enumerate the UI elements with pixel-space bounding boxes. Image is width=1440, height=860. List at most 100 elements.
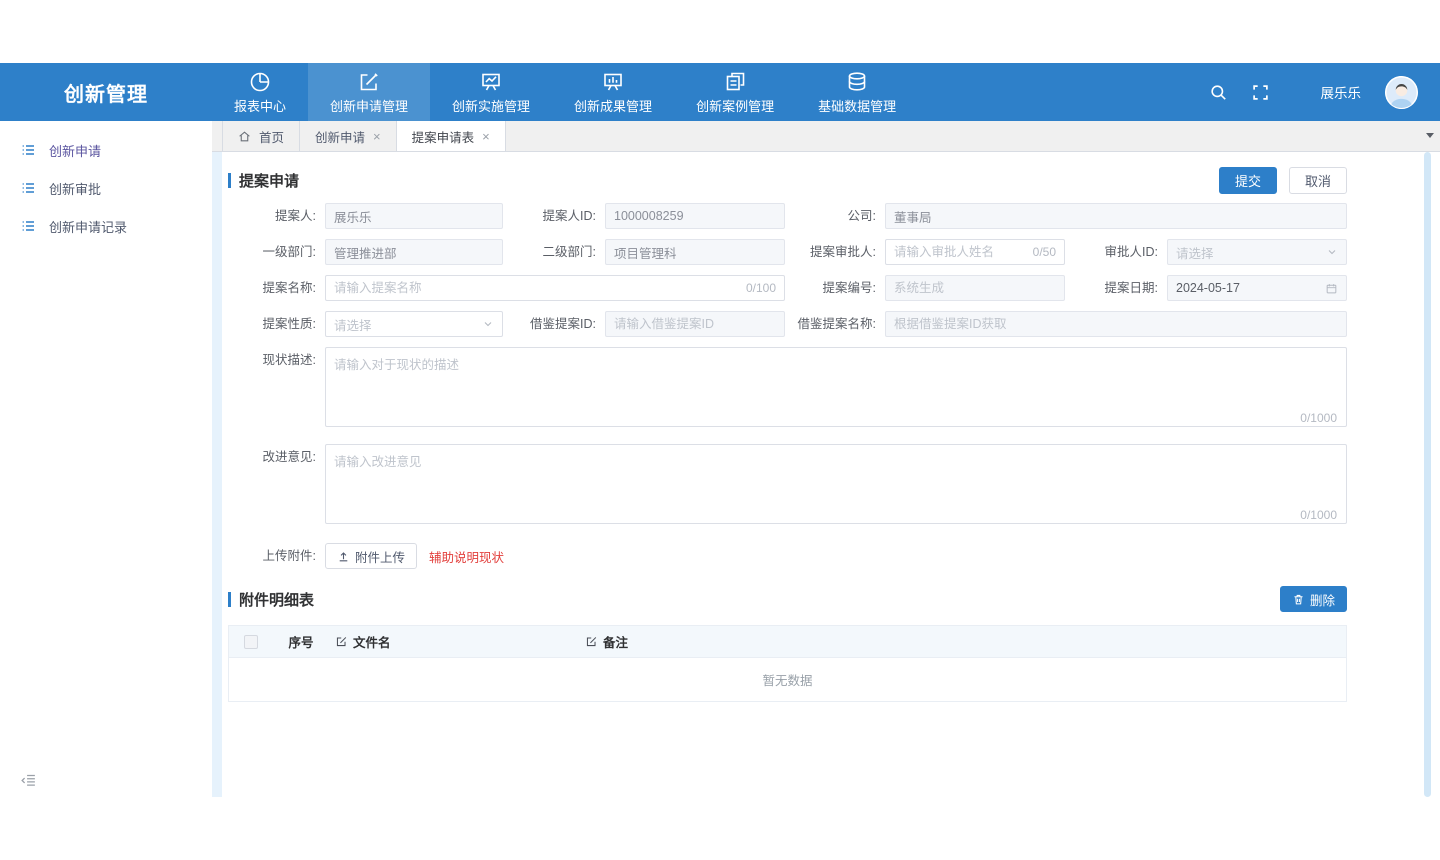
section-accent-bar: [228, 592, 231, 607]
file-name-column-label: 文件名: [353, 632, 391, 651]
close-icon[interactable]: ×: [373, 130, 381, 143]
proposer-id-label: 提案人ID:: [503, 203, 605, 229]
approver-input[interactable]: [894, 245, 1027, 259]
nav-item-innovation-cases[interactable]: 创新案例管理: [674, 63, 796, 121]
tab-label: 提案申请表: [412, 127, 475, 146]
remark-column-header: 备注: [585, 632, 1346, 651]
proposer-id-field: [605, 203, 785, 229]
current-desc-textarea[interactable]: [325, 347, 1347, 427]
copy-document-icon: [723, 69, 747, 95]
file-name-column-header: 文件名: [329, 632, 585, 651]
presentation-line-chart-icon: [479, 69, 503, 95]
proposal-date-label: 提案日期:: [1065, 275, 1167, 301]
dept1-field: [325, 239, 503, 265]
proposal-date-value: 2024-05-17: [1176, 281, 1240, 295]
improvement-label: 改进意见:: [228, 444, 325, 470]
nav-item-basic-data[interactable]: 基础数据管理: [796, 63, 918, 121]
proposal-nature-select[interactable]: 请选择: [325, 311, 503, 337]
sidebar-item-application-records[interactable]: 创新申请记录: [0, 207, 212, 245]
app-title: 创新管理: [0, 63, 212, 121]
attachments-table: 序号 文件名: [228, 625, 1347, 702]
content-scrollbar[interactable]: [1424, 152, 1431, 797]
nav-item-innovation-implementation[interactable]: 创新实施管理: [430, 63, 552, 121]
company-field: [885, 203, 1347, 229]
close-icon[interactable]: ×: [482, 130, 490, 143]
tab-home[interactable]: 首页: [222, 121, 300, 151]
fullscreen-icon[interactable]: [1252, 84, 1269, 101]
sidebar-item-innovation-approval[interactable]: 创新审批: [0, 169, 212, 207]
company-input: [894, 209, 1338, 223]
chevron-down-icon: [482, 318, 494, 330]
upload-hint-text: 辅助说明现状: [429, 547, 504, 566]
tab-label: 创新申请: [315, 127, 365, 146]
left-sidebar: 创新申请 创新审批 创新申请记录: [0, 121, 212, 797]
upload-icon: [337, 550, 350, 563]
tab-overflow-chevron-down-icon[interactable]: [1426, 133, 1434, 138]
form-row: 提案性质: 请选择 借鉴提案ID:: [228, 311, 1347, 337]
current-desc-field: 0/1000: [325, 347, 1347, 432]
upload-label: 上传附件:: [228, 543, 325, 569]
current-desc-char-counter: 0/1000: [1300, 411, 1337, 425]
user-avatar[interactable]: [1385, 76, 1418, 109]
approver-label: 提案审批人:: [785, 239, 885, 265]
tab-proposal-application-form[interactable]: 提案申请表 ×: [397, 121, 506, 151]
proposal-no-field: [885, 275, 1065, 301]
improvement-textarea[interactable]: [325, 444, 1347, 524]
form-row: 提案名称: 0/100 提案编号: 提案日期: 2024-05-17: [228, 275, 1347, 301]
top-white-band: [0, 0, 1440, 63]
proposal-no-input: [894, 281, 1056, 295]
top-navbar: 创新管理 报表中心 创新申请管理: [0, 63, 1440, 121]
home-icon: [238, 130, 251, 143]
tab-innovation-application[interactable]: 创新申请 ×: [300, 121, 397, 151]
ref-proposal-name-field: [885, 311, 1347, 337]
proposal-name-input[interactable]: [334, 281, 740, 295]
edit-pencil-icon: [335, 635, 348, 648]
nav-item-label: 创新申请管理: [330, 96, 408, 115]
dept1-input: [334, 245, 494, 259]
pie-chart-icon: [248, 69, 272, 95]
search-icon[interactable]: [1209, 83, 1228, 102]
form-row: 提案人: 提案人ID: 公司:: [228, 203, 1347, 229]
ref-proposal-id-field: [605, 311, 785, 337]
proposal-nature-label: 提案性质:: [228, 311, 325, 337]
approver-id-label: 审批人ID:: [1065, 239, 1167, 265]
proposal-name-field[interactable]: 0/100: [325, 275, 785, 301]
proposer-id-input: [614, 209, 776, 223]
approver-id-select[interactable]: 请选择: [1167, 239, 1347, 265]
submit-button[interactable]: 提交: [1219, 167, 1277, 194]
sidebar-collapse-icon[interactable]: [20, 772, 37, 789]
form-row: 改进意见: 0/1000: [228, 444, 1347, 529]
approver-field[interactable]: 0/50: [885, 239, 1065, 265]
dept2-label: 二级部门:: [503, 239, 605, 265]
nav-item-label: 基础数据管理: [818, 96, 896, 115]
cancel-button[interactable]: 取消: [1289, 167, 1347, 194]
proposal-form-panel: 提案申请 提交 取消 提案人: 提案人ID:: [222, 152, 1424, 797]
form-section-title: 提案申请: [239, 170, 299, 191]
proposer-label: 提案人:: [228, 203, 325, 229]
company-label: 公司:: [785, 203, 885, 229]
select-all-checkbox[interactable]: [244, 635, 258, 649]
current-user-name[interactable]: 展乐乐: [1321, 82, 1362, 102]
table-empty-state: 暂无数据: [229, 657, 1346, 701]
main-area: 首页 创新申请 × 提案申请表 ×: [212, 121, 1440, 797]
ref-proposal-id-label: 借鉴提案ID:: [503, 311, 605, 337]
list-menu-icon: [20, 142, 36, 158]
tab-bar: 首页 创新申请 × 提案申请表 ×: [212, 121, 1440, 152]
form-row: 现状描述: 0/1000: [228, 347, 1347, 432]
nav-item-report-center[interactable]: 报表中心: [212, 63, 308, 121]
calendar-icon: [1325, 282, 1338, 295]
nav-item-innovation-application[interactable]: 创新申请管理: [308, 63, 430, 121]
database-icon: [845, 69, 869, 95]
attachment-upload-button[interactable]: 附件上传: [325, 543, 417, 569]
sidebar-item-innovation-application[interactable]: 创新申请: [0, 131, 212, 169]
sidebar-item-label: 创新审批: [49, 179, 101, 198]
presentation-bar-chart-icon: [601, 69, 625, 95]
delete-button[interactable]: 删除: [1280, 586, 1347, 612]
dept2-input: [614, 245, 776, 259]
form-row: 一级部门: 二级部门: 提案审批人: 0/50 审批人: [228, 239, 1347, 265]
nav-item-innovation-results[interactable]: 创新成果管理: [552, 63, 674, 121]
improvement-field: 0/1000: [325, 444, 1347, 529]
proposal-name-char-counter: 0/100: [746, 281, 776, 295]
proposer-field: [325, 203, 503, 229]
select-all-cell: [229, 635, 273, 649]
